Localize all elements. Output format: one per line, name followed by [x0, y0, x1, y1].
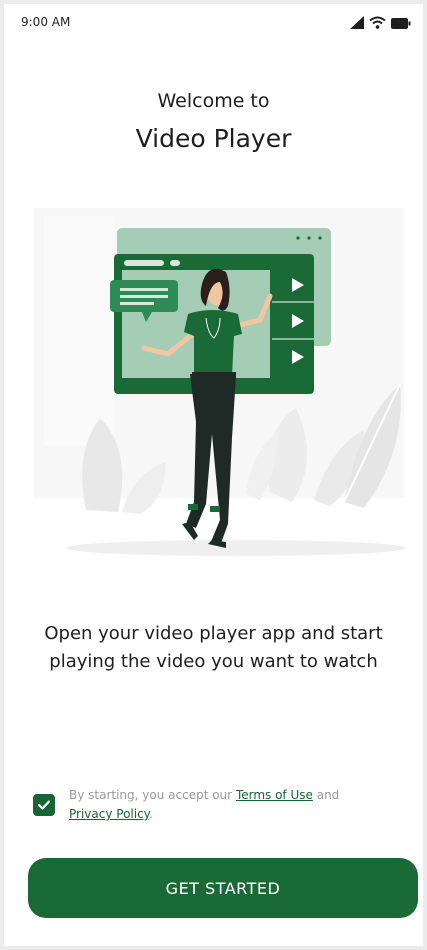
signal-icon	[350, 14, 364, 33]
woman-with-video-player-illustration	[34, 208, 406, 556]
status-time: 9:00 AM	[21, 15, 71, 29]
onboarding-screen: 9:00 AM Welcome to Video Player Open you…	[4, 4, 423, 946]
terms-consent: By starting, you accept our Terms of Use…	[33, 786, 403, 824]
onboarding-description: Open your video player app and start pla…	[44, 623, 383, 672]
consent-prefix: By starting, you accept our	[69, 788, 233, 802]
battery-icon	[391, 14, 411, 33]
status-icons	[350, 14, 411, 33]
consent-checkbox[interactable]	[33, 794, 55, 816]
app-title: Video Player	[135, 124, 292, 153]
status-bar: 9:00 AM	[4, 4, 423, 42]
consent-suffix: .	[149, 807, 153, 821]
check-icon	[38, 800, 50, 810]
welcome-text: Welcome to	[157, 90, 270, 112]
wifi-icon	[369, 14, 386, 33]
consent-and: and	[316, 788, 340, 802]
terms-of-use-link[interactable]: Terms of Use	[236, 788, 313, 802]
consent-text: By starting, you accept our Terms of Use…	[69, 786, 339, 824]
get-started-button[interactable]: GET STARTED	[28, 858, 418, 918]
privacy-policy-link[interactable]: Privacy Policy	[69, 807, 149, 821]
